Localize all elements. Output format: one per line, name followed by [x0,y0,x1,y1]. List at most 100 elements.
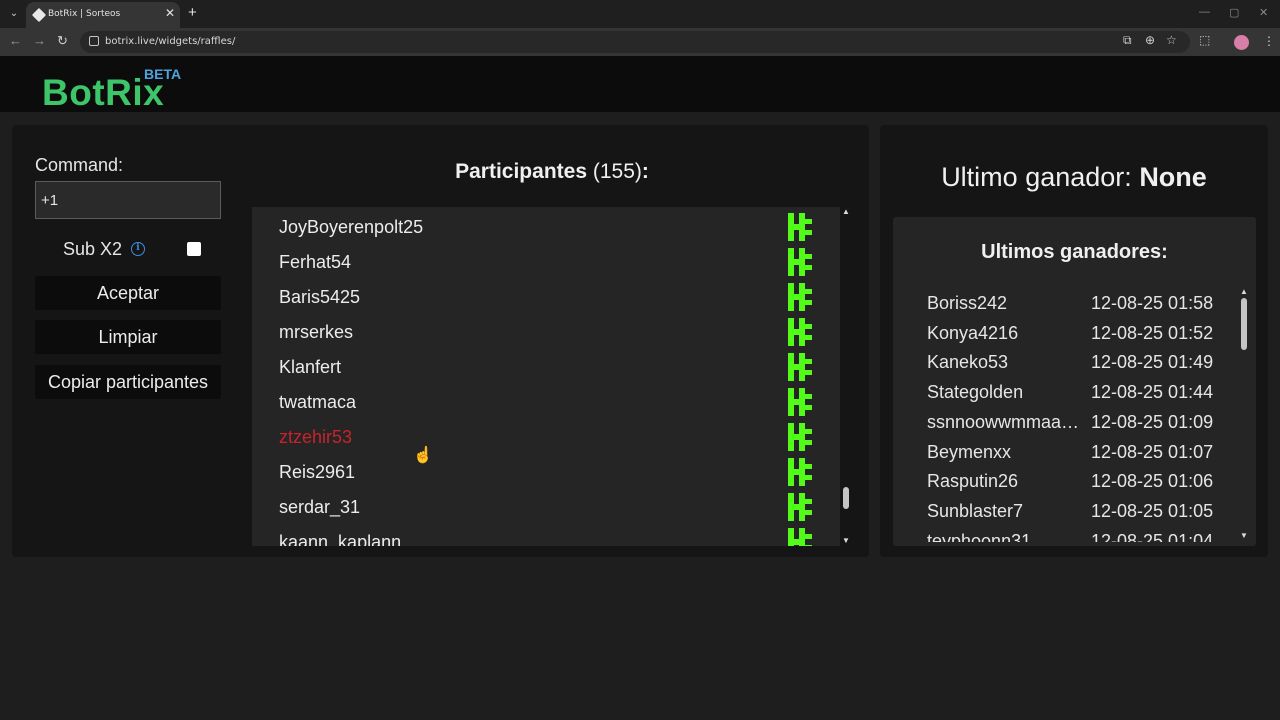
participant-name: Reis2961 [279,462,356,482]
participants-list[interactable]: JoyBoyerenpolt25 Ferhat54 Baris5425 mrserke… [252,207,840,546]
translate-icon[interactable]: ⧉ [1123,33,1132,48]
participants-title-label: Participantes [455,160,587,183]
zoom-icon[interactable]: ⊕ [1145,33,1155,47]
maximize-icon[interactable]: ▢ [1229,6,1239,19]
browser-toolbar: ← → ↻ botrix.live/widgets/raffles/ ⧉ ⊕ ☆… [0,28,1280,56]
winner-row: teyphoonn31 12-08-25 01:04 [927,531,1247,542]
winner-date: 12-08-25 01:04 [1091,530,1214,542]
beta-badge: BETA [144,66,182,82]
winner-row: Boriss242 12-08-25 01:58 [927,293,1247,323]
winner-date: 12-08-25 01:06 [1091,471,1214,492]
participant-name: ztzehir53 [279,427,353,447]
winner-name: teyphoonn31 [927,530,1032,542]
back-icon[interactable]: ← [9,33,22,48]
participants-count: (155) [592,160,642,183]
participant-row[interactable]: mrserkes [252,314,840,349]
reload-icon[interactable]: ↻ [57,33,68,49]
participant-name: Ferhat54 [279,252,352,272]
kick-platform-icon [788,248,812,276]
copy-participants-button[interactable]: Copiar participantes [35,365,221,399]
participant-name: Baris5425 [279,287,361,307]
site-info-icon[interactable] [89,36,99,46]
kick-platform-icon [788,528,812,546]
bookmark-star-icon[interactable]: ☆ [1166,33,1177,47]
close-tab-icon[interactable]: ✕ [165,6,175,20]
participants-scrollbar-thumb[interactable] [843,487,849,509]
kick-platform-icon [788,388,812,416]
new-tab-icon[interactable]: + [188,4,197,21]
participant-name: kaann_kaplann [279,532,402,546]
winner-name: Stategolden [927,382,1024,403]
winners-title: Ultimos ganadores: [981,241,1168,263]
participant-row[interactable]: ztzehir53 [252,419,840,454]
winner-date: 12-08-25 01:07 [1091,441,1214,462]
winner-name: ssnnoowwmmaa… [927,411,1080,432]
winners-scrollbar-thumb[interactable] [1241,298,1247,350]
winner-row: Sunblaster7 12-08-25 01:05 [927,501,1247,531]
winners-list[interactable]: Boriss242 12-08-25 01:58 Konya4216 12-08-25… [893,290,1256,542]
kick-platform-icon [788,458,812,486]
participant-name: serdar_31 [279,497,361,517]
participant-row[interactable]: Klanfert [252,349,840,384]
participant-name: mrserkes [279,322,354,342]
winner-date: 12-08-25 01:09 [1091,411,1214,432]
browser-tab[interactable]: BotRix | Sorteos ✕ [26,2,180,28]
info-icon[interactable]: i [131,242,145,256]
winner-date: 12-08-25 01:49 [1091,352,1214,373]
winner-row: Rasputin26 12-08-25 01:06 [927,471,1247,501]
sub-x2-label: Sub X2 [63,239,123,259]
winner-row: Stategolden 12-08-25 01:44 [927,382,1247,412]
kick-platform-icon [788,213,812,241]
command-input[interactable] [35,181,221,219]
kick-platform-icon [788,318,812,346]
site-header: BotRix BETA [0,56,1280,113]
winners-scroll-up-arrow[interactable]: ▲ [1240,287,1248,296]
winner-row: Beymenxx 12-08-25 01:07 [927,442,1247,472]
participant-row[interactable]: kaann_kaplann [252,524,840,546]
winner-name: Boriss242 [927,293,1008,313]
tab-title: BotRix | Sorteos [48,9,121,19]
participant-row[interactable]: serdar_31 [252,489,840,524]
winner-name: Beymenxx [927,441,1012,462]
last-winner-heading: Ultimo ganador: None [880,162,1268,193]
winner-name: Sunblaster7 [927,500,1024,521]
scroll-down-arrow[interactable]: ▼ [842,536,850,545]
favicon-icon [31,7,47,23]
browser-menu-icon[interactable]: ⋮ [1263,34,1275,48]
profile-avatar[interactable] [1234,35,1249,50]
minimize-icon[interactable]: — [1199,6,1210,18]
window-close-icon[interactable]: ✕ [1259,6,1268,19]
participant-name: JoyBoyerenpolt25 [279,217,424,237]
sub-x2-checkbox[interactable] [187,242,201,256]
winner-name: Kaneko53 [927,352,1009,373]
winner-name: Konya4216 [927,322,1019,343]
participant-row[interactable]: Ferhat54 [252,244,840,279]
forward-icon[interactable]: → [33,33,46,48]
kick-platform-icon [788,493,812,521]
winner-row: Konya4216 12-08-25 01:52 [927,323,1247,353]
address-bar[interactable]: botrix.live/widgets/raffles/ [80,31,1190,53]
participant-row[interactable]: Reis2961 [252,454,840,489]
winner-row: Kaneko53 12-08-25 01:49 [927,352,1247,382]
url-text: botrix.live/widgets/raffles/ [105,36,236,47]
kick-platform-icon [788,353,812,381]
tab-search-icon[interactable]: ⌄ [6,6,22,22]
participant-row[interactable]: Baris5425 [252,279,840,314]
participants-title-suffix: : [641,160,649,183]
winners-scroll-down-arrow[interactable]: ▼ [1240,531,1248,540]
winner-date: 12-08-25 01:44 [1091,382,1214,403]
participant-name: Klanfert [279,357,342,377]
scroll-up-arrow[interactable]: ▲ [842,207,850,216]
last-winner-value: None [1139,162,1207,192]
participant-row[interactable]: JoyBoyerenpolt25 [252,209,840,244]
kick-platform-icon [788,423,812,451]
participants-title: Participantes (155): [252,160,852,184]
accept-button[interactable]: Aceptar [35,276,221,310]
participant-name: twatmaca [279,392,357,412]
participant-row[interactable]: twatmaca [252,384,840,419]
winner-date: 12-08-25 01:05 [1091,500,1214,521]
extensions-icon[interactable]: ⬚ [1199,33,1210,47]
clear-button[interactable]: Limpiar [35,320,221,354]
winner-row: ssnnoowwmmaa… 12-08-25 01:09 [927,412,1247,442]
kick-platform-icon [788,283,812,311]
